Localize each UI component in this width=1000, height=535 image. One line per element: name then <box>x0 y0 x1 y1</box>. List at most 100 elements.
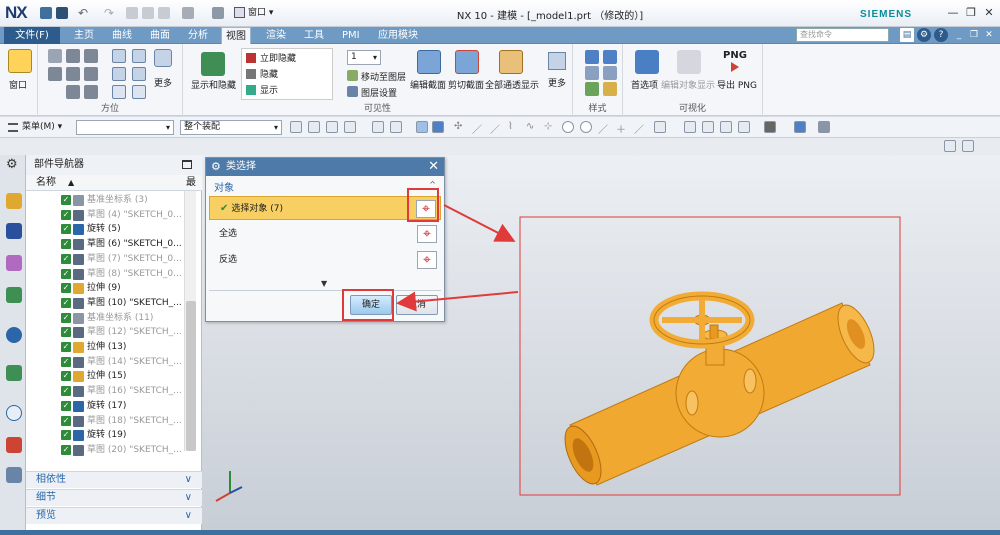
preferences-label[interactable]: 首选项 <box>631 78 658 91</box>
help-icon[interactable]: ? <box>934 28 948 42</box>
export-png-label[interactable]: 导出 PNG <box>717 78 757 91</box>
dialog-close-button[interactable]: ✕ <box>428 158 439 176</box>
close-doc-icon[interactable]: ✕ <box>982 28 996 42</box>
preferences-icon[interactable] <box>635 50 659 74</box>
tree-row[interactable]: ✓ 拉伸 (9) <box>26 281 184 296</box>
select-all-icon[interactable] <box>372 121 384 133</box>
system-materials-icon[interactable] <box>6 437 22 453</box>
edit-object-display-icon[interactable] <box>677 50 701 74</box>
constraint-navigator-icon[interactable] <box>6 223 22 239</box>
checkbox-icon[interactable]: ✓ <box>61 444 71 455</box>
tab-pmi[interactable]: PMI <box>338 27 364 44</box>
undo-icon[interactable]: ↶ <box>78 7 90 19</box>
shaded-icon[interactable] <box>585 50 599 64</box>
snap-point-icon[interactable] <box>290 121 302 133</box>
window-icon[interactable] <box>8 49 32 73</box>
layout-icon[interactable]: ▤ <box>900 28 914 42</box>
view-refresh-icon[interactable] <box>112 85 126 99</box>
navigator-scrollbar[interactable] <box>184 191 196 451</box>
checkbox-icon[interactable]: ✓ <box>61 371 71 382</box>
web-browser-icon[interactable] <box>6 365 22 381</box>
snap-icon[interactable] <box>654 121 666 133</box>
gear-icon[interactable]: ⚙ <box>917 28 931 42</box>
tree-row[interactable]: ✓ 草图 (8) "SKETCH_0... <box>26 267 184 282</box>
layer-filter-icon[interactable] <box>818 121 830 133</box>
cut-icon[interactable] <box>126 7 138 19</box>
settings-icon[interactable]: ⚙ <box>6 157 22 173</box>
more-button-label-2[interactable]: 更多 <box>548 76 566 89</box>
more-button-label[interactable]: 更多 <box>154 76 172 89</box>
checkbox-icon[interactable]: ✓ <box>61 195 71 205</box>
checkbox-icon[interactable]: ✓ <box>61 356 71 367</box>
existing-point-icon[interactable] <box>562 121 574 133</box>
snap-face-icon[interactable] <box>326 121 338 133</box>
intersection-icon[interactable]: ⌇ <box>508 121 520 133</box>
checkbox-icon[interactable]: ✓ <box>61 239 71 250</box>
col-name[interactable]: 名称 <box>36 175 56 191</box>
tab-home[interactable]: 主页 <box>70 27 98 44</box>
checkbox-icon[interactable]: ✓ <box>61 342 71 352</box>
render-style-icon[interactable] <box>764 121 776 133</box>
move-to-layer-button[interactable]: 移动至图层 <box>361 70 406 83</box>
tree-row[interactable]: ✓ 草图 (6) "SKETCH_0... <box>26 237 184 252</box>
undock-icon[interactable] <box>962 140 974 152</box>
tab-tools[interactable]: 工具 <box>300 27 328 44</box>
checkbox-icon[interactable]: ✓ <box>61 224 71 235</box>
more-icon[interactable] <box>548 52 566 70</box>
assembly-scope-select[interactable]: 整个装配 ▾ <box>180 120 282 135</box>
style-more-icon[interactable] <box>585 82 599 96</box>
checkbox-icon[interactable]: ✓ <box>61 312 71 323</box>
tree-row[interactable]: ✓ 草图 (4) "SKETCH_0... <box>26 208 184 223</box>
view-back-icon[interactable] <box>84 67 98 81</box>
invert-selection-button[interactable]: ⌖ <box>417 251 437 269</box>
layer-settings-button[interactable]: 图层设置 <box>361 86 397 99</box>
tab-file[interactable]: 文件(F) <box>4 27 60 44</box>
pole-icon[interactable]: ／ <box>634 121 646 136</box>
wireframe-icon[interactable] <box>585 66 599 80</box>
tree-row[interactable]: ✓ 草图 (12) "SKETCH_... <box>26 325 184 340</box>
tab-render[interactable]: 渲染 <box>262 27 290 44</box>
end-point-icon[interactable]: ✣ <box>454 121 466 133</box>
window-menu-button[interactable]: 窗口 ▾ <box>234 6 273 20</box>
analysis-icon[interactable] <box>603 82 617 96</box>
assembly-navigator-icon[interactable] <box>6 193 22 209</box>
part-navigator-icon[interactable] <box>6 255 22 271</box>
layer-select[interactable]: 1 ▾ <box>347 50 381 65</box>
history-icon[interactable] <box>6 405 22 421</box>
select-all-row[interactable]: 全选 ⌖ <box>209 222 441 246</box>
shading-icon[interactable] <box>794 121 806 133</box>
clip-section-icon[interactable] <box>455 50 479 74</box>
immediate-hide-item[interactable]: 立即隐藏 <box>260 51 296 64</box>
save-icon[interactable] <box>40 7 52 19</box>
view-left-icon[interactable] <box>66 85 80 99</box>
view-rotate-icon[interactable] <box>132 67 146 81</box>
view-bottom-icon[interactable] <box>84 85 98 99</box>
zoom-icon[interactable] <box>702 121 714 133</box>
tree-row[interactable]: ✓ 草图 (14) "SKETCH_... <box>26 355 184 370</box>
tree-row[interactable]: ✓ 基准坐标系 (3) <box>26 193 184 208</box>
view-iso-icon[interactable] <box>48 49 62 63</box>
restore-button[interactable]: ❐ <box>962 5 980 21</box>
repeat-command-icon[interactable] <box>182 7 194 19</box>
checkbox-icon[interactable]: ✓ <box>61 209 71 220</box>
select-all-crosshair-button[interactable]: ⌖ <box>417 225 437 243</box>
copy-icon[interactable] <box>142 7 154 19</box>
hd3d-icon[interactable] <box>6 327 22 343</box>
clip-section-label[interactable]: 剪切截面 <box>448 78 484 91</box>
tab-applications[interactable]: 应用模块 <box>374 27 422 44</box>
bounded-grid-icon[interactable]: ＋ <box>616 121 628 136</box>
tree-row[interactable]: ✓ 草图 (7) "SKETCH_0... <box>26 252 184 267</box>
view-top-icon[interactable] <box>66 49 80 63</box>
show-hide-label[interactable]: 显示和隐藏 <box>191 78 236 91</box>
view-restore-icon[interactable] <box>132 85 146 99</box>
view-pan-icon[interactable] <box>112 67 126 81</box>
rectangle-select-icon[interactable] <box>390 121 402 133</box>
save-all-icon[interactable] <box>56 7 68 19</box>
type-filter-select[interactable]: ▾ <box>76 120 174 135</box>
roles-icon[interactable] <box>6 467 22 483</box>
navigator-maximize-icon[interactable] <box>182 160 192 169</box>
hide-item[interactable]: 隐藏 <box>260 67 278 80</box>
menu-button[interactable]: 菜单(M) ▾ <box>8 120 62 135</box>
view-fit-icon[interactable] <box>112 49 126 63</box>
checkbox-icon[interactable]: ✓ <box>61 430 71 441</box>
